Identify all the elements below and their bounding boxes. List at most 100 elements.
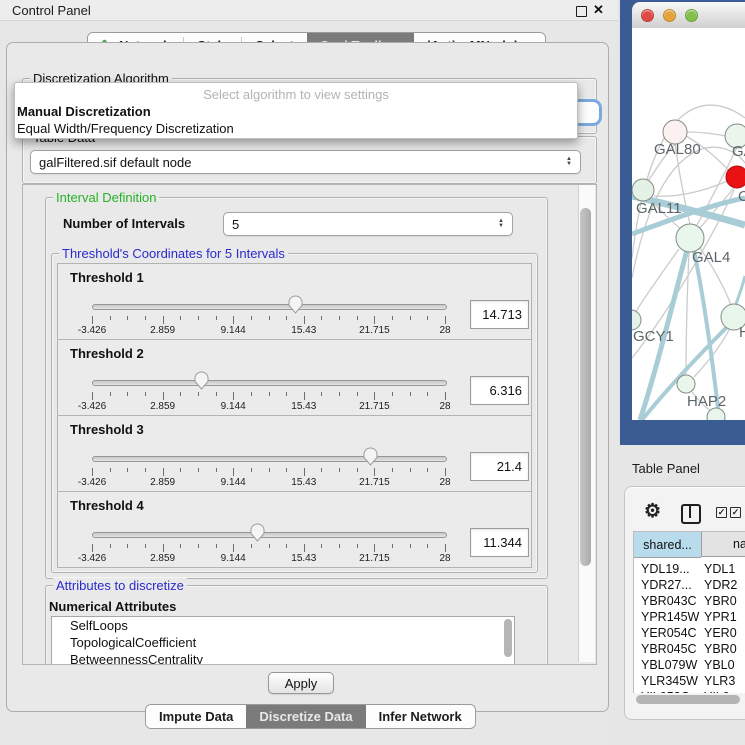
threshold-slider-handle[interactable] — [250, 523, 265, 542]
settings-content: Interval Definition Number of Intervals … — [23, 185, 579, 664]
apply-button[interactable]: Apply — [268, 672, 334, 694]
column-header-shared[interactable]: shared... — [634, 532, 701, 558]
tab-impute-data[interactable]: Impute Data — [146, 705, 246, 728]
teal-edge — [694, 251, 718, 408]
tick-label: 2.859 — [150, 325, 175, 336]
table-cell[interactable]: YDL19... — [641, 562, 690, 576]
minor-tick — [410, 392, 411, 396]
num-intervals-combobox[interactable]: 5 ▲▼ — [223, 212, 513, 236]
threshold-slider-handle[interactable] — [363, 447, 378, 466]
major-tick — [445, 316, 446, 324]
table-hscrollbar-thumb[interactable] — [636, 695, 740, 704]
table-cell[interactable]: YBR045C — [641, 642, 697, 656]
table-cell[interactable]: YBR0 — [704, 642, 737, 656]
table-cell[interactable]: YDR27... — [641, 578, 692, 592]
gear-icon[interactable]: ⚙ — [644, 500, 661, 523]
threshold-value-field[interactable]: 6.316 — [470, 376, 529, 405]
tab-discretize-data[interactable]: Discretize Data — [246, 705, 365, 728]
node-label: GAL4 — [692, 249, 730, 266]
table-data-combobox[interactable]: galFiltered.sif default node ▲▼ — [30, 150, 581, 174]
bottom-tabbar: Impute DataDiscretize DataInfer Network — [145, 704, 476, 729]
attributes-list-scrollbar[interactable] — [504, 619, 512, 657]
popup-item-manual-discretization[interactable]: Manual Discretization — [17, 104, 151, 119]
network-canvas[interactable]: GAL80GACGAL11GAL4GCY1HHAP2 — [632, 28, 745, 420]
network-node[interactable] — [632, 310, 641, 330]
threshold-row: Threshold 1 -3.4262.8599.14415.4321.7152… — [58, 264, 531, 340]
tab-infer-network[interactable]: Infer Network — [366, 705, 475, 728]
tick-label: 9.144 — [221, 553, 246, 564]
minor-tick — [145, 392, 146, 396]
threshold-slider-track[interactable] — [92, 532, 447, 538]
threshold-slider-handle[interactable] — [288, 295, 303, 314]
table-cell[interactable]: YER0 — [704, 626, 737, 640]
threshold-value-field[interactable]: 14.713 — [470, 300, 529, 329]
checkbox-icon[interactable]: ✓ — [730, 507, 741, 518]
popup-hint: Select algorithm to view settings — [15, 87, 577, 102]
minor-tick — [110, 392, 111, 396]
attribute-list-item[interactable]: SelfLoops — [52, 617, 514, 634]
table-cell[interactable]: YBL079W — [641, 658, 697, 672]
table-cell[interactable]: YBR0 — [704, 594, 737, 608]
threshold-slider-handle[interactable] — [194, 371, 209, 390]
column-header-name[interactable]: na — [701, 532, 745, 557]
table-cell[interactable]: YDL1 — [704, 562, 735, 576]
attribute-list-item[interactable]: TopologicalCoefficient — [52, 634, 514, 651]
minor-tick — [410, 468, 411, 472]
threshold-slider-track[interactable] — [92, 456, 447, 462]
node-label: GCY1 — [633, 328, 674, 345]
threshold-slider-track[interactable] — [92, 380, 447, 386]
network-node[interactable] — [726, 166, 745, 188]
table-cell[interactable]: YPR145W — [641, 610, 699, 624]
close-icon[interactable]: ✕ — [593, 2, 604, 18]
minor-tick — [269, 468, 270, 472]
minor-tick — [410, 316, 411, 320]
tick-label: 9.144 — [221, 325, 246, 336]
tick-label: 28 — [439, 553, 450, 564]
table-cell[interactable]: YLR345W — [641, 674, 698, 688]
gray-edge — [686, 252, 689, 375]
table-cell[interactable]: YPR1 — [704, 610, 737, 624]
minor-tick — [357, 316, 358, 320]
threshold-value-field[interactable]: 21.4 — [470, 452, 529, 481]
close-traffic-light-icon[interactable] — [641, 9, 654, 22]
network-node[interactable] — [676, 224, 704, 252]
minor-tick — [321, 392, 322, 396]
minor-tick — [427, 316, 428, 320]
network-node[interactable] — [632, 179, 654, 201]
table-cell[interactable]: YBR043C — [641, 594, 697, 608]
table-cell[interactable]: YIL0 — [704, 690, 730, 693]
zoom-traffic-light-icon[interactable] — [685, 9, 698, 22]
threshold-row: Threshold 3 -3.4262.8599.14415.4321.7152… — [58, 416, 531, 492]
node-table[interactable]: shared... na YDL19... YDL1 YDR27... YDR2 YBR… — [633, 531, 745, 693]
threshold-slider-track[interactable] — [92, 304, 447, 310]
tick-label: 15.43 — [291, 325, 316, 336]
table-cell[interactable]: YLR3 — [704, 674, 735, 688]
checkbox-icon[interactable]: ✓ — [716, 507, 727, 518]
teal-edge — [736, 276, 745, 304]
major-tick — [233, 544, 234, 552]
minimize-traffic-light-icon[interactable] — [663, 9, 676, 22]
float-window-icon[interactable] — [576, 6, 587, 17]
major-tick — [445, 544, 446, 552]
minor-tick — [216, 316, 217, 320]
minor-tick — [339, 316, 340, 320]
table-cell[interactable]: YER054C — [641, 626, 697, 640]
table-cell[interactable]: YDR2 — [704, 578, 737, 592]
minor-tick — [392, 468, 393, 472]
threshold-value-field[interactable]: 11.344 — [470, 528, 529, 557]
major-tick — [304, 392, 305, 400]
settings-scrollbar-thumb[interactable] — [580, 208, 591, 566]
split-columns-icon[interactable] — [681, 504, 701, 524]
algorithm-popup: Select algorithm to view settings Manual… — [14, 82, 578, 139]
tick-label: -3.426 — [78, 401, 106, 412]
network-node[interactable] — [677, 375, 695, 393]
attributes-group-label: Attributes to discretize — [53, 578, 187, 593]
table-cell[interactable]: YIL052C — [641, 690, 690, 693]
popup-item-equal-width[interactable]: Equal Width/Frequency Discretization — [17, 121, 234, 136]
table-cell[interactable]: YBL0 — [704, 658, 735, 672]
minor-tick — [321, 544, 322, 548]
numerical-attributes-list[interactable]: SelfLoopsTopologicalCoefficientBetweenne… — [51, 616, 515, 665]
minor-tick — [286, 392, 287, 396]
minor-tick — [251, 468, 252, 472]
attribute-list-item[interactable]: BetweennessCentrality — [52, 651, 514, 665]
